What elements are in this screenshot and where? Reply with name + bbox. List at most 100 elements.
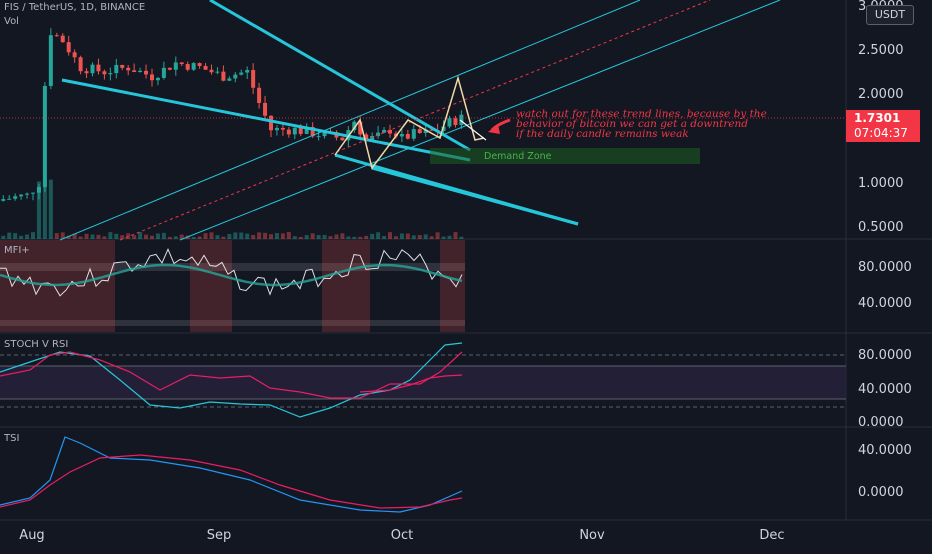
candle-body [399,134,404,137]
volume-bar [453,232,458,239]
volume-bar [13,233,18,239]
volume-bar [173,236,178,239]
volume-bar [227,233,232,239]
candle-body [197,63,202,66]
demand-zone-label: Demand Zone [484,151,552,162]
candle-body [286,129,291,135]
volume-bars [1,177,464,239]
volume-bar [96,234,101,239]
volume-bar [352,236,357,239]
volume-bar [215,235,220,239]
price-badge: 1.7301 07:04:37 [846,110,920,142]
candle-body [185,64,190,70]
vol-label: Vol [4,16,19,27]
volume-bar [298,236,303,239]
volume-bar [19,235,24,239]
volume-bar [203,233,208,239]
chart-canvas[interactable]: 0.50001.00001.50002.00002.50003.000040.0… [0,0,932,550]
candle-body [274,127,279,131]
tsi-label: TSI [4,433,20,444]
chart-root[interactable]: 0.50001.00001.50002.00002.50003.000040.0… [0,0,932,550]
volume-bar [388,232,392,239]
volume-bar [280,233,285,239]
candle-body [203,65,208,70]
grid-lines [0,0,932,521]
volume-bar [417,235,422,239]
candle-body [221,71,226,81]
candle-body [1,199,6,201]
candle-body [179,62,184,65]
volume-bar [316,235,321,239]
candle-body [60,35,65,43]
candle-body [90,64,95,74]
volume-bar [42,177,47,239]
candle-body [138,70,143,73]
volume-bar [310,233,315,239]
volume-bar [84,233,89,239]
demand-support-line [371,166,579,226]
candle-body [66,42,71,53]
volume-bar [197,236,202,239]
volume-bar [132,235,137,239]
tsi-tick-label: 0.0000 [858,485,904,500]
mfi-tick-label: 80.0000 [858,260,912,275]
mfi-label: MFI+ [4,245,30,256]
volume-bar [48,179,53,239]
candle-body [453,118,458,126]
candle-body [108,73,113,75]
candle-body [459,114,464,126]
candle-body [42,85,47,188]
volume-bar [108,232,113,239]
stoch-tick-label: 80.0000 [858,348,912,363]
candle-body [405,134,410,139]
volume-bar [150,235,154,239]
annotation-line-3: if the daily candle remains weak [516,128,689,140]
candle-body [155,77,160,81]
candle-body [102,71,107,75]
volume-bar [257,232,262,239]
candle-body [72,52,77,58]
candle-body [7,198,12,200]
candle-body [120,64,125,68]
candle-body [280,127,285,130]
candle-body [19,194,24,197]
volume-bar [376,232,381,239]
annotation-text: watch out for these trend lines, because… [516,109,767,140]
candle-body [167,67,172,70]
volume-bar [340,233,345,239]
volume-bar [393,236,398,239]
candle-body [239,72,244,75]
candle-body [233,74,238,79]
volume-bar [7,232,12,239]
candle-body [411,129,416,139]
volume-bar [405,233,410,239]
annotation-arrow-head [488,124,500,134]
wedge-trendline [209,0,471,152]
volume-bar [239,232,244,239]
tsi-signal-line [0,454,463,509]
time-axis-label: Oct [391,528,413,543]
tsi-line [0,436,463,513]
price-tick-label: 0.5000 [858,220,904,235]
currency-badge[interactable]: USDT [866,5,914,25]
volume-bar [114,233,119,239]
volume-bar [144,234,149,239]
time-axis-label: Nov [579,528,605,543]
volume-bar [126,233,131,239]
volume-bar [191,236,196,239]
time-axis-label: Sep [207,528,232,543]
symbol-title: FIS / TetherUS, 1D, BINANCE [4,2,146,13]
volume-bar [447,235,452,239]
time-axis-label: Dec [759,528,784,543]
candle-body [382,129,387,133]
volume-bar [399,233,404,239]
price-tick-label: 2.0000 [858,87,904,102]
candle-body [215,71,220,73]
volume-bar [286,232,291,239]
volume-bar [411,235,416,239]
volume-bar [274,233,279,239]
volume-bar [90,234,95,239]
stoch-tick-label: 40.0000 [858,382,912,397]
volume-bar [358,236,363,239]
volume-bar [269,234,273,239]
